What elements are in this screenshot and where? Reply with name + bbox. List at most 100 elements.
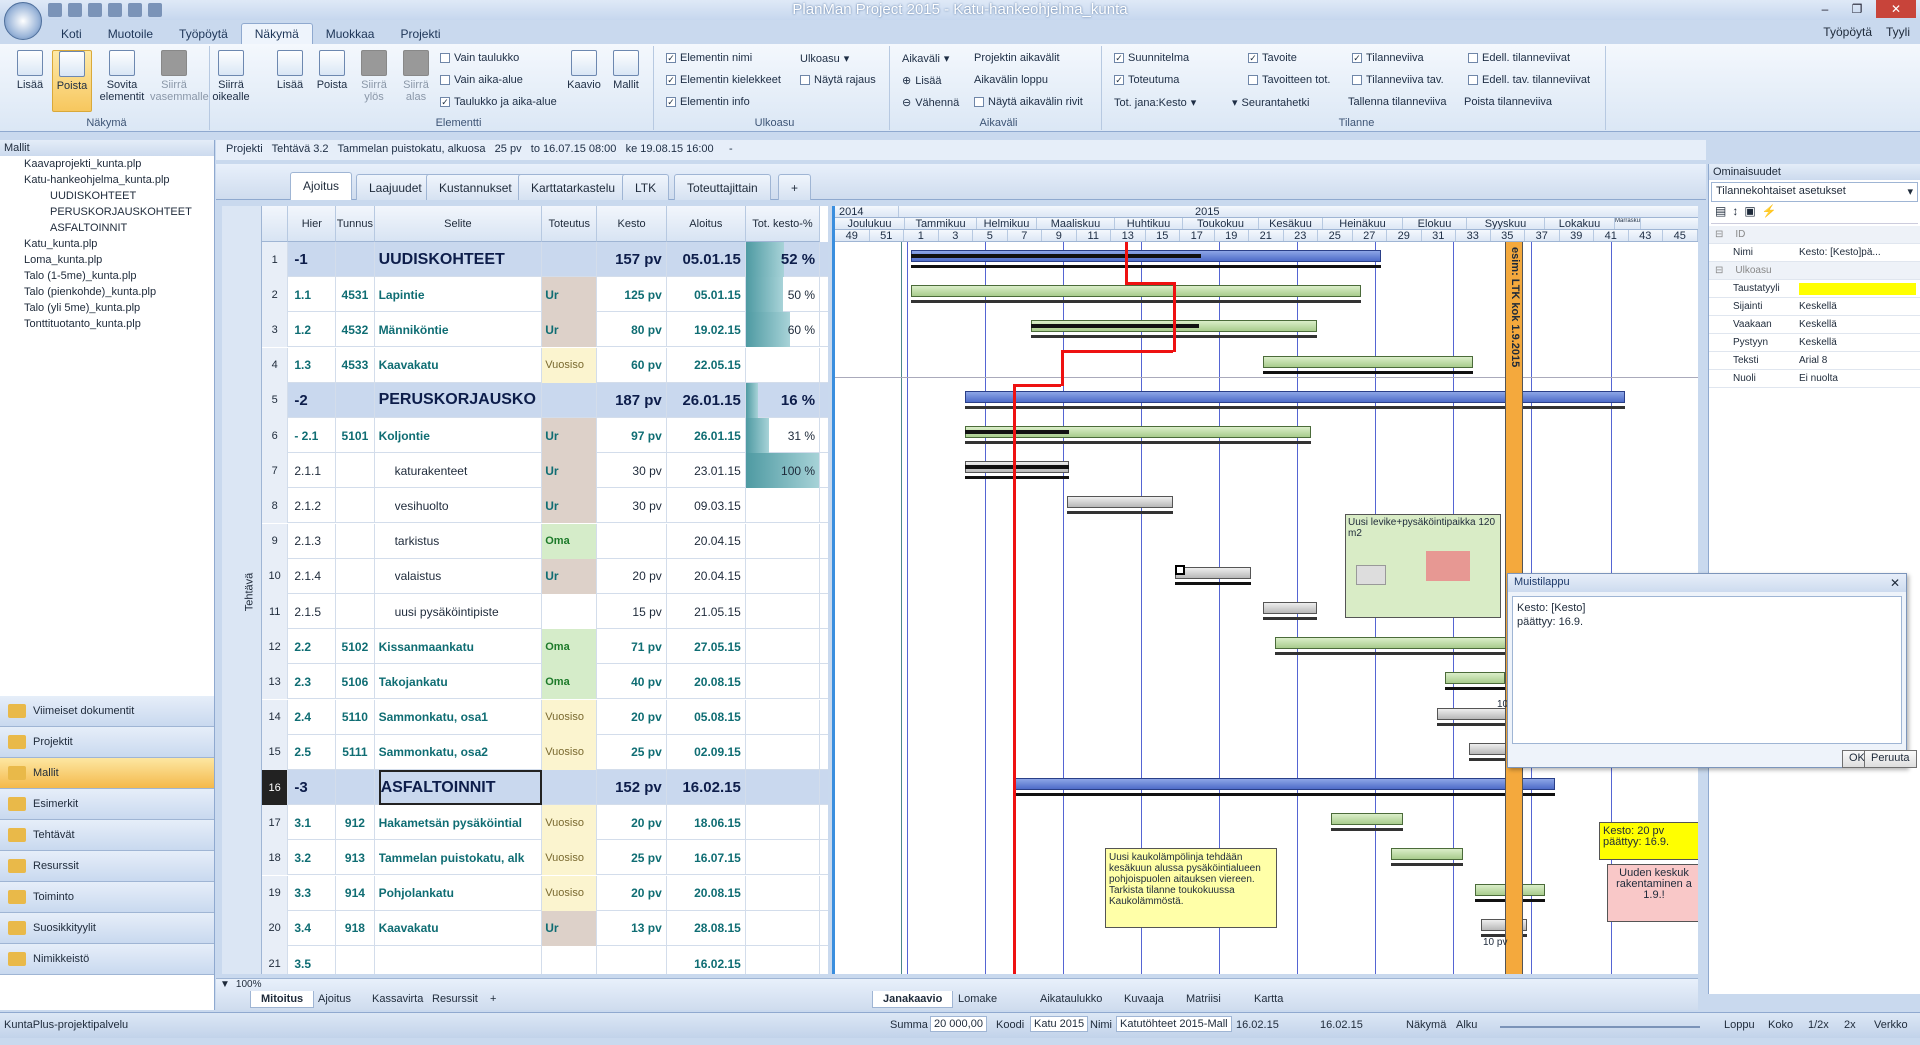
close-button[interactable]: ✕ [1876, 0, 1916, 18]
cell-kesto[interactable] [597, 946, 667, 974]
cell-kesto[interactable]: 13 pv [597, 910, 667, 946]
prop-row-nimi[interactable]: Nimi Kesto: [Kesto]pä... [1709, 244, 1920, 262]
table-row[interactable]: 6- 2.1 5101 Koljontie Ur 97 pv 26.01.15 31 % [222, 418, 828, 453]
cell-tot-kesto[interactable] [746, 734, 821, 770]
cell-tot-kesto[interactable] [746, 629, 821, 665]
table-row[interactable]: 8 2.1.2 vesihuolto Ur 30 pv 09.03.15 [222, 488, 828, 524]
header-aloitus[interactable]: Aloitus [666, 206, 746, 242]
cell-tunnus[interactable]: 914 [336, 875, 375, 911]
cell-selite[interactable]: PERUSKORJAUSKO [379, 382, 543, 418]
view-tab-4[interactable]: LTK [622, 174, 670, 200]
zoom-slider[interactable] [1500, 1026, 1700, 1028]
cell-hier[interactable]: -1 [294, 242, 337, 277]
cell-tot-kesto[interactable]: 31 % [745, 418, 821, 453]
table-row[interactable]: 9 2.1.3 tarkistus Oma 20.04.15 [222, 523, 828, 559]
cell-aloitus[interactable]: 05.08.15 [667, 699, 746, 735]
gantt-bar[interactable] [1263, 602, 1317, 614]
nav-button-5[interactable]: Resurssit [0, 851, 214, 882]
cell-aloitus[interactable]: 09.03.15 [667, 488, 746, 524]
cell-aloitus[interactable]: 05.01.15 [667, 277, 746, 313]
cell-selite[interactable]: Lapintie [379, 277, 543, 313]
note-duration[interactable]: Kesto: 20 pv päättyy: 16.9. [1599, 822, 1698, 860]
table-row[interactable]: 14 2.4 5110 Sammonkatu, osa1 Vuosiso 20 pv 05.… [222, 699, 828, 735]
tree-item[interactable]: Tonttituotanto_kunta.plp [0, 316, 214, 332]
minimize-button[interactable]: – [1812, 0, 1838, 18]
cell-tot-kesto[interactable] [746, 594, 821, 629]
interval-dropdown[interactable]: Aikaväli ▾ [902, 52, 949, 66]
prop-row[interactable]: Taustatyyli [1709, 280, 1920, 298]
cell-tunnus[interactable] [336, 382, 375, 418]
tree-item[interactable]: Talo (yli 5me)_kunta.plp [0, 300, 214, 316]
cell-tot-kesto[interactable] [746, 875, 821, 911]
cell-tunnus[interactable]: 5111 [336, 734, 375, 770]
cell-tot-kesto[interactable]: 16 % [745, 382, 821, 418]
cell-kesto[interactable]: 125 pv [597, 277, 667, 313]
cell-toteutus[interactable]: Ur [542, 558, 598, 594]
table-and-time-checkbox[interactable]: ✓ Taulukko ja aika-alue [440, 96, 557, 108]
element-add-button[interactable]: Lisää [270, 50, 310, 112]
section-id[interactable]: ⊟ ID [1709, 226, 1920, 244]
nav-button-1[interactable]: Projektit [0, 727, 214, 758]
cell-aloitus[interactable]: 28.08.15 [667, 910, 746, 946]
chart-button[interactable]: Kaavio [564, 50, 604, 112]
status-line-checkbox[interactable]: ✓ Tilanneviiva [1352, 52, 1424, 64]
categorized-icon[interactable]: ▤ [1715, 204, 1726, 223]
gantt-tab-2[interactable]: Aikataulukko [1030, 991, 1112, 1007]
cell-hier[interactable]: -3 [294, 770, 337, 805]
cell-kesto[interactable]: 20 pv [597, 805, 667, 841]
nav-button-8[interactable]: Nimikkeistö [0, 944, 214, 975]
cell-kesto[interactable]: 40 pv [597, 664, 667, 700]
element-name-checkbox[interactable]: ✓ Elementin nimi [666, 52, 752, 64]
cell-hier[interactable]: 2.1.3 [294, 523, 337, 559]
cell-hier[interactable]: 2.1.2 [294, 488, 337, 524]
table-row[interactable]: 19 3.3 914 Pohjolankatu Vuosiso 20 pv 20.08.15 [222, 875, 828, 911]
cell-hier[interactable]: 3.5 [294, 946, 337, 974]
header-tunnus[interactable]: Tunnus [336, 206, 375, 242]
cell-tot-kesto[interactable] [746, 770, 821, 805]
redo-icon[interactable] [148, 3, 162, 17]
grid-tab-0[interactable]: Mitoitus [250, 991, 315, 1008]
cell-kesto[interactable]: 30 pv [597, 488, 667, 524]
cell-hier[interactable]: 3.1 [294, 805, 337, 841]
double-zoom-button[interactable]: 2x [1844, 1019, 1856, 1031]
tracking-moment-dropdown[interactable]: ▾ Seurantahetki [1232, 96, 1309, 110]
cell-kesto[interactable]: 157 pv [597, 242, 667, 277]
cell-kesto[interactable]: 97 pv [597, 418, 667, 453]
cell-aloitus[interactable]: 05.01.15 [667, 242, 746, 277]
cell-tunnus[interactable]: 5102 [336, 629, 375, 665]
open-icon[interactable] [68, 3, 82, 17]
cell-aloitus[interactable]: 22.05.15 [667, 347, 746, 383]
cell-selite[interactable]: Kaavakatu [379, 347, 543, 383]
ribbon-tab-3[interactable]: Näkymä [240, 23, 313, 44]
actual-bar-dropdown[interactable]: Tot. jana:Kesto ▾ [1114, 96, 1196, 110]
cell-selite[interactable]: Koljontie [379, 418, 543, 453]
cell-selite[interactable]: katurakenteet [395, 453, 543, 489]
cell-hier[interactable]: 3.2 [294, 840, 337, 876]
table-row[interactable]: 18 3.2 913 Tammelan puistokatu, alk Vuosiso 2… [222, 840, 828, 876]
cell-tot-kesto[interactable] [746, 699, 821, 735]
half-zoom-button[interactable]: 1/2x [1808, 1019, 1829, 1031]
cell-kesto[interactable]: 15 pv [597, 594, 667, 629]
status-line-target-checkbox[interactable]: Tilanneviiva tav. [1352, 74, 1444, 86]
gantt-bar[interactable] [1275, 637, 1511, 650]
tree-item[interactable]: Katu-hankeohjelma_kunta.plp [0, 172, 214, 188]
table-row[interactable]: 17 3.1 912 Hakametsän pysäköintial Vuosiso 20… [222, 805, 828, 841]
cell-selite[interactable]: tarkistus [395, 523, 543, 559]
cell-hier[interactable]: 2.1.1 [294, 453, 337, 489]
cell-hier[interactable]: 1.1 [294, 277, 337, 313]
cell-selite[interactable]: ASFALTOINNIT [378, 770, 543, 805]
cell-tunnus[interactable]: 918 [336, 910, 375, 946]
cell-aloitus[interactable]: 26.01.15 [667, 418, 746, 453]
cell-kesto[interactable]: 20 pv [597, 558, 667, 594]
cell-selite[interactable]: Sammonkatu, osa1 [379, 699, 543, 735]
only-table-checkbox[interactable]: Vain taulukko [440, 52, 519, 64]
cell-tunnus[interactable]: 912 [336, 805, 375, 841]
cell-tot-kesto[interactable] [746, 805, 821, 841]
cell-toteutus[interactable]: Ur [542, 312, 598, 348]
gantt-bar[interactable] [965, 390, 1625, 403]
cell-tot-kesto[interactable] [746, 523, 821, 559]
view-tab-0[interactable]: Ajoitus [290, 172, 353, 200]
app-menu-button[interactable] [4, 2, 42, 40]
section-ulkoasu[interactable]: ⊟ Ulkoasu [1709, 262, 1920, 280]
cell-tunnus[interactable]: 5101 [336, 418, 375, 453]
